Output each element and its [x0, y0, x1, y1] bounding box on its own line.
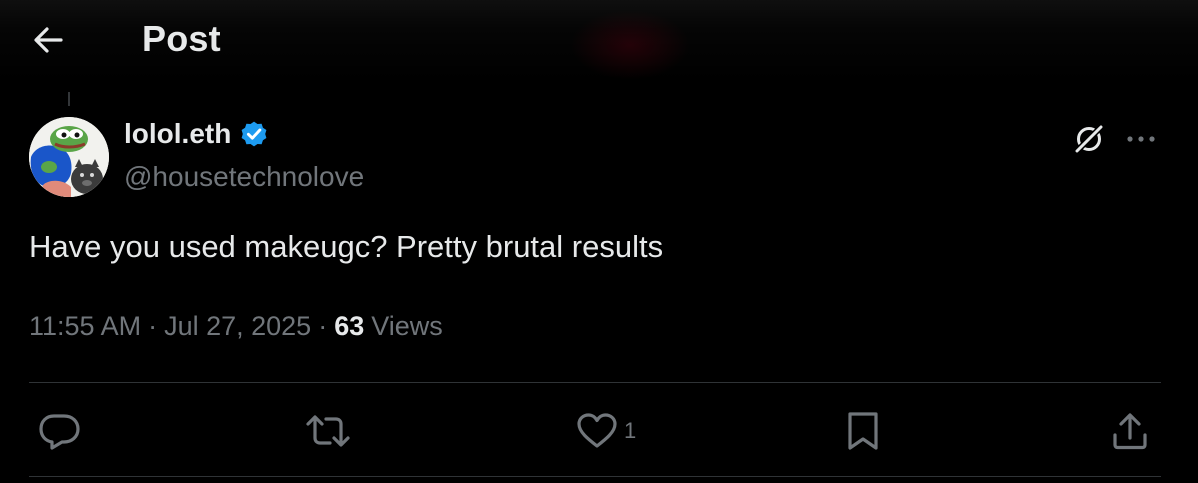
header-backdrop-glow	[570, 10, 690, 80]
divider	[29, 382, 1161, 383]
author-handle[interactable]: @housetechnolove	[124, 161, 364, 193]
post-detail-page: Post lolol.eth @housetechnolove Have you…	[0, 0, 1198, 483]
post-text: Have you used makeugc? Pretty brutal res…	[29, 229, 664, 264]
views-count[interactable]: 63	[334, 311, 364, 342]
arrow-left-icon	[34, 27, 63, 53]
meta-separator: ·	[318, 311, 328, 341]
views-label[interactable]: Views	[371, 311, 443, 342]
avatar-image	[29, 117, 109, 197]
avatar[interactable]	[29, 117, 109, 197]
reply-button[interactable]	[38, 408, 82, 454]
share-button[interactable]	[1110, 408, 1150, 454]
bookmark-icon	[848, 412, 878, 450]
back-button[interactable]	[28, 22, 68, 58]
author-display-name[interactable]: lolol.eth	[124, 118, 231, 150]
post-time[interactable]: 11:55 AM	[29, 311, 141, 342]
grok-icon	[1073, 123, 1105, 155]
reply-icon	[39, 414, 80, 450]
bookmark-button[interactable]	[846, 408, 880, 454]
top-header: Post	[0, 0, 1198, 82]
like-count: 1	[624, 418, 637, 443]
repost-button[interactable]	[305, 408, 351, 454]
grok-button[interactable]	[1070, 120, 1108, 158]
post-date[interactable]: Jul 27, 2025	[164, 311, 311, 342]
divider	[29, 476, 1161, 477]
meta-separator: ·	[148, 311, 158, 341]
more-horizontal-icon	[1127, 136, 1155, 142]
thread-connector-line	[68, 92, 70, 106]
like-button[interactable]: 1	[576, 408, 636, 454]
author-name-row: lolol.eth	[124, 118, 270, 150]
repost-icon	[306, 415, 350, 447]
verified-badge-icon[interactable]	[238, 118, 270, 150]
share-icon	[1113, 413, 1147, 450]
post-meta: 11:55 AM · Jul 27, 2025 · 63 Views	[29, 311, 443, 342]
more-options-button[interactable]	[1122, 120, 1160, 158]
page-title: Post	[142, 18, 221, 59]
action-bar: 1	[0, 400, 1198, 464]
heart-icon	[577, 413, 617, 448]
